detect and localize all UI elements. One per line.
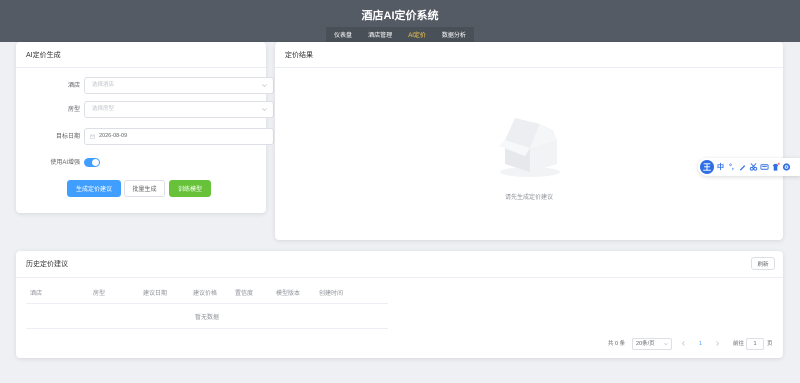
next-page-icon[interactable] — [715, 341, 720, 346]
ime-lang-toggle[interactable]: 中 — [716, 161, 725, 173]
hotel-placeholder: 选择酒店 — [92, 82, 115, 88]
goto-value: 1 — [753, 341, 757, 347]
col-room: 房型 — [93, 291, 106, 297]
ime-punct-toggle[interactable]: °, — [727, 161, 736, 173]
room-row: 房型 选择房型 — [16, 101, 284, 119]
ai-enhance-label: 使用AI增强 — [50, 160, 80, 166]
ai-row: 使用AI增强 — [16, 154, 284, 172]
ime-toolbar: 王 中 °, — [698, 158, 800, 176]
col-price: 建议价格 — [193, 291, 218, 297]
hotel-label: 酒店 — [67, 83, 80, 89]
date-picker[interactable]: 2026-08-09 — [84, 128, 274, 145]
nav-item-ai-pricing[interactable]: AI定价 — [408, 30, 426, 39]
batch-generate-button[interactable]: 批量生成 — [124, 180, 165, 197]
calendar-icon — [90, 134, 95, 139]
no-data-text: 暂无数据 — [194, 315, 219, 321]
nav-item-hotels[interactable]: 酒店管理 — [368, 30, 392, 39]
gear-icon[interactable] — [782, 161, 791, 173]
page-suffix: 页 — [767, 341, 773, 347]
nav-item-dashboard[interactable]: 仪表盘 — [334, 30, 352, 39]
pagination-total: 共 0 条 — [608, 341, 626, 347]
pricing-result-card: 定价结果 请先生成定价建议 — [275, 42, 783, 240]
refresh-button[interactable]: 刷新 — [751, 257, 775, 270]
main-nav: 仪表盘 酒店管理 AI定价 数据分析 — [326, 27, 474, 42]
empty-box-icon — [499, 118, 560, 177]
generate-pricing-button[interactable]: 生成定价建议 — [67, 180, 121, 197]
hotel-select[interactable]: 选择酒店 — [84, 77, 274, 94]
room-select[interactable]: 选择房型 — [84, 101, 274, 118]
date-value: 2026-08-09 — [99, 133, 128, 139]
room-label: 房型 — [67, 107, 80, 113]
table-bottom-line — [26, 328, 388, 329]
keyboard-icon[interactable] — [760, 161, 769, 173]
chevron-down-icon — [262, 84, 267, 88]
ai-enhance-toggle[interactable] — [84, 158, 100, 167]
pricing-form-card: AI定价生成 酒店 选择酒店 房型 选择房型 目标日期 2026-08-09 使… — [16, 42, 274, 213]
goto-input[interactable]: 1 — [746, 338, 764, 350]
page-size-select[interactable]: 20条/页 — [632, 338, 672, 350]
skin-icon[interactable] — [771, 161, 780, 173]
goto-label: 前往 — [733, 341, 745, 347]
history-title: 历史定价建议 — [26, 261, 68, 268]
current-page[interactable]: 1 — [699, 338, 702, 350]
date-label: 目标日期 — [55, 134, 80, 140]
col-created: 创建时间 — [319, 291, 344, 297]
chevron-down-icon — [262, 108, 267, 112]
history-table: 酒店 房型 建议日期 建议价格 置信度 模型版本 创建时间 暂无数据 — [26, 289, 388, 329]
col-hotel: 酒店 — [30, 291, 43, 297]
page-size-value: 20条/页 — [636, 341, 655, 347]
app-title: 酒店AI定价系统 — [361, 10, 439, 22]
table-header-line — [26, 303, 388, 304]
train-model-button[interactable]: 训练模型 — [169, 180, 211, 197]
scissors-icon[interactable] — [749, 161, 758, 173]
col-confidence: 置信度 — [235, 291, 254, 297]
empty-result-text: 请先生成定价建议 — [504, 195, 553, 201]
date-row: 目标日期 2026-08-09 — [16, 128, 284, 146]
app-header: 酒店AI定价系统 仪表盘 酒店管理 AI定价 数据分析 — [0, 0, 800, 42]
chevron-down-icon — [664, 342, 668, 346]
pricing-result-title: 定价结果 — [275, 42, 783, 68]
prev-page-icon[interactable] — [681, 341, 686, 346]
ime-logo[interactable]: 王 — [700, 160, 714, 174]
pen-icon[interactable] — [738, 161, 747, 173]
col-model: 模型版本 — [276, 291, 301, 297]
header-divider — [16, 277, 783, 278]
pricing-form-title: AI定价生成 — [16, 42, 266, 68]
nav-item-analytics[interactable]: 数据分析 — [442, 30, 466, 39]
col-date: 建议日期 — [143, 291, 168, 297]
room-placeholder: 选择房型 — [92, 106, 115, 112]
hotel-row: 酒店 选择酒店 — [16, 77, 284, 95]
